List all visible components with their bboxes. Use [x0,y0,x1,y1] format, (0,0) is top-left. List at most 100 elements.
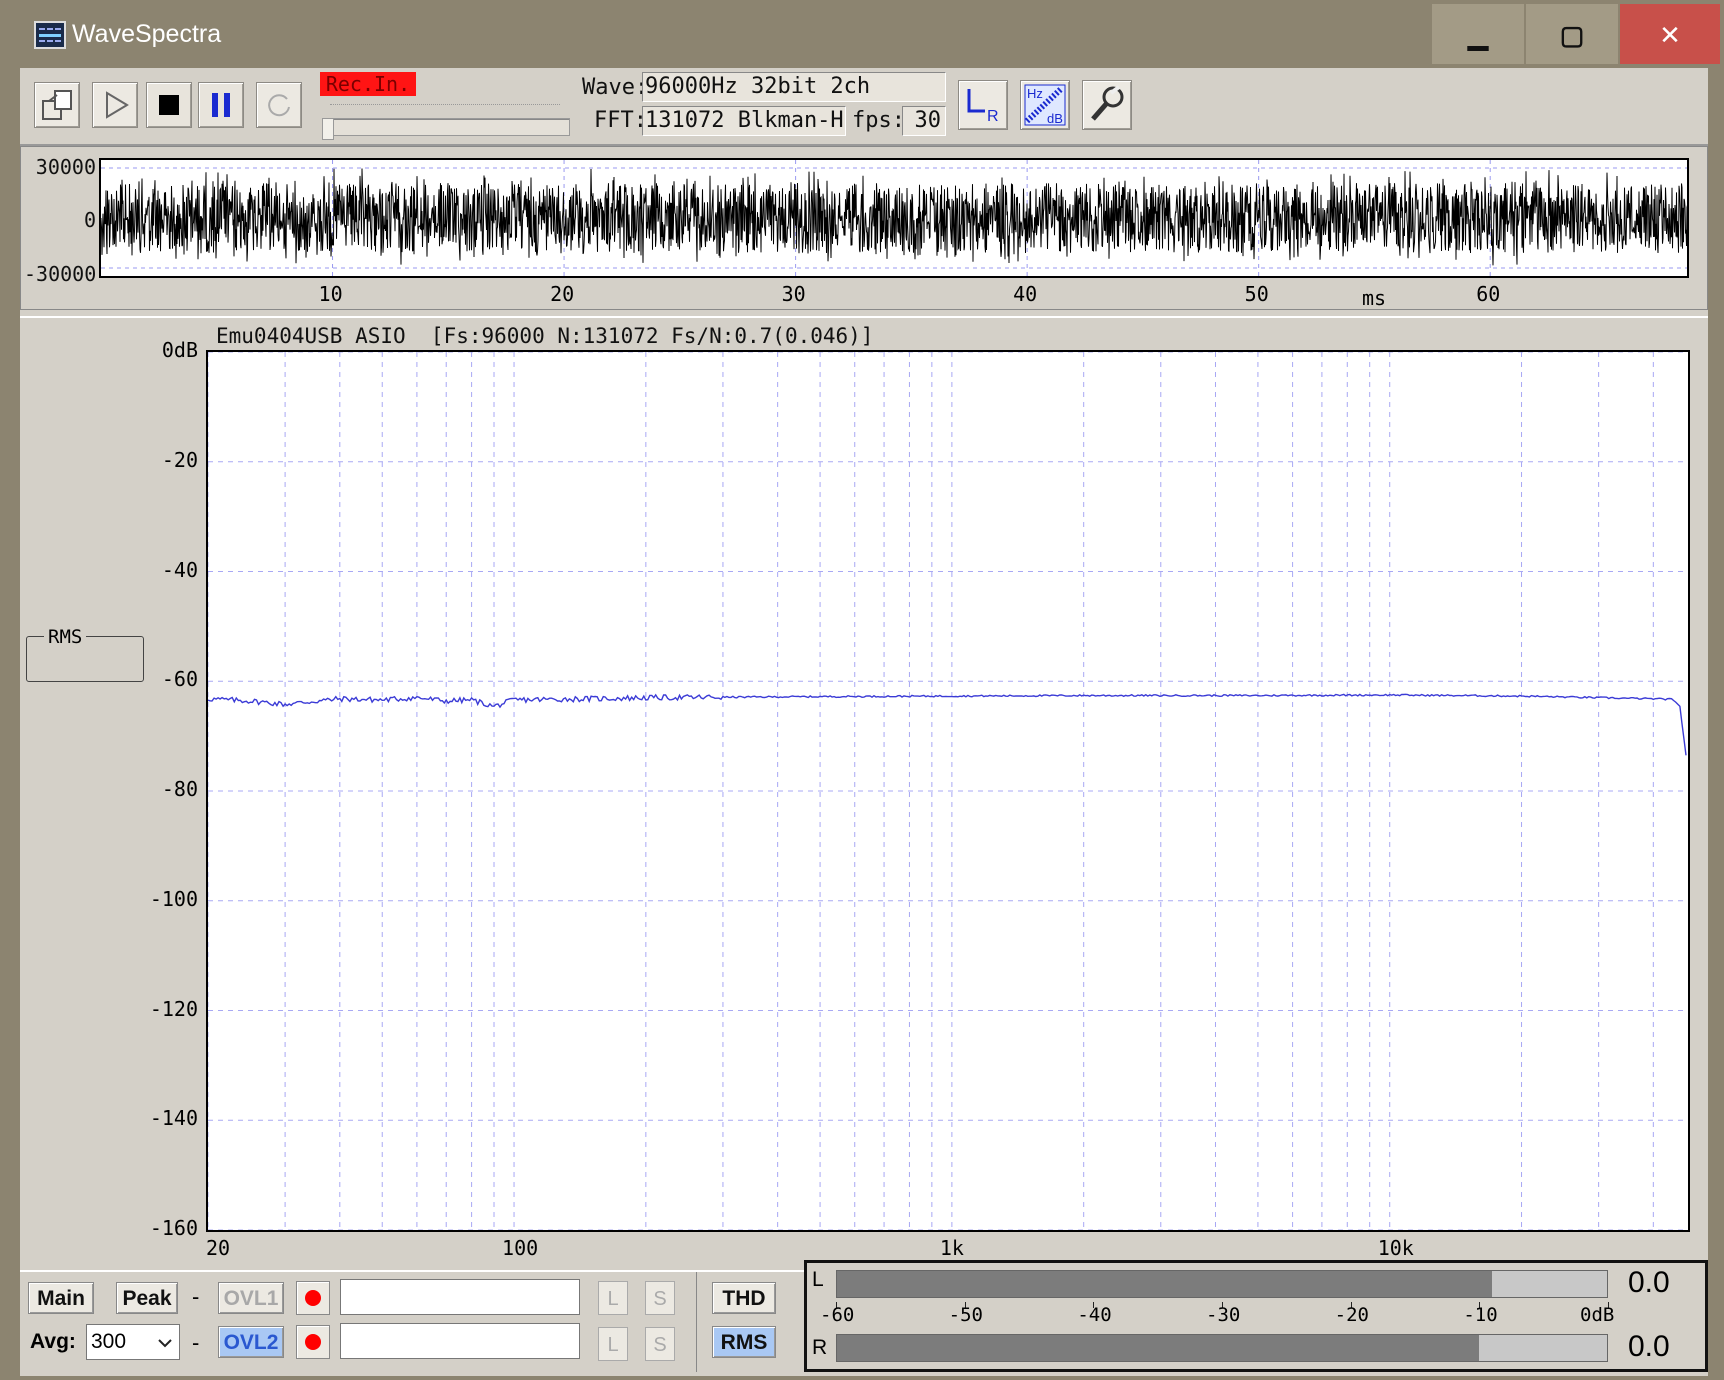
ovl1-save-button[interactable]: S [645,1281,675,1315]
svg-text:dB: dB [1047,111,1063,126]
meter-scale-label: -30 [1206,1304,1241,1326]
waveform-plot [99,158,1689,278]
ovl2-name-input[interactable] [340,1323,580,1359]
main-button[interactable]: Main [28,1282,94,1314]
spectrum-y-tick-label: -120 [149,996,198,1021]
spectrum-x-tick-label: 1k [939,1236,964,1260]
fft-label: FFT: [594,108,647,133]
refresh-icon [268,94,290,117]
wrench-icon [1091,85,1124,121]
meter-right-label: R [812,1336,828,1359]
avg-select[interactable]: 300 [86,1324,180,1360]
wave-x-axis: 10 20 30 40 50 60 [99,282,1689,308]
play-icon [106,91,129,119]
rec-level-slider[interactable] [322,118,570,136]
title-bar: WaveSpectra ▁ ▢ ✕ [0,0,1724,68]
meter-left-bar [836,1270,1608,1298]
meter-scale-label: -10 [1463,1304,1498,1326]
fps-field[interactable]: 30 [902,106,946,136]
avg-select-value: 300 [91,1330,127,1353]
rec-input-label: Rec.In. [320,72,416,96]
open-file-icon [42,90,72,120]
spectrum-y-tick-label: -160 [149,1216,198,1240]
stop-icon [159,95,179,115]
wave-x-tick-label: 60 [1476,282,1501,306]
meter-scale-label: 0dB [1580,1304,1615,1326]
avg-label: Avg: [30,1330,76,1353]
waveform-trace [101,168,1687,266]
record-dot-icon [305,1290,321,1306]
svg-text:Hz: Hz [1027,86,1043,101]
lr-channel-icon: R [967,89,999,125]
ovl2-record-button[interactable] [296,1325,330,1359]
spectrum-y-tick-label: -100 [149,886,198,911]
spectrum-y-axis: 0dB -20 -40 -60 -80 -100 -120 -140 -160 [130,338,206,1240]
wave-y-tick: 30000 [35,155,96,179]
ovl1-record-button[interactable] [296,1281,330,1315]
chevron-down-icon [158,1339,172,1348]
stop-button[interactable] [146,82,192,128]
wave-x-tick-label: 50 [1244,282,1269,306]
dash-separator: - [192,1330,200,1355]
spectrum-y-tick-label: -20 [161,447,198,472]
meter-left-fill [837,1271,1492,1297]
wave-y-tick: 0 [83,208,96,232]
ovl2-button[interactable]: OVL2 [218,1326,284,1358]
close-button[interactable]: ✕ [1620,4,1720,64]
open-file-button[interactable] [34,82,80,128]
rec-level-ticks [330,104,560,111]
spectrum-series-line [207,693,1687,756]
ovl1-name-input[interactable] [340,1279,580,1315]
spectrum-y-tick-label: -80 [161,777,198,801]
minimize-button[interactable]: ▁ [1432,4,1524,64]
spectrum-title: Emu0404USB ASIO [Fs:96000 N:131072 Fs/N:… [216,324,874,348]
waveform-svg [101,160,1687,276]
ovl2-save-button[interactable]: S [645,1327,675,1361]
thd-button[interactable]: THD [712,1282,776,1314]
pause-icon [212,93,230,117]
spectrum-svg [207,351,1688,1231]
hz-db-button[interactable]: Hz dB [1020,80,1070,130]
wave-label: Wave: [582,75,649,100]
play-button[interactable] [92,82,138,128]
spectrum-x-tick-label: 100 [502,1236,539,1260]
wave-x-tick-label: 20 [550,282,575,306]
record-dot-icon [305,1334,321,1350]
spectrum-x-tick-label: 20 [206,1236,231,1260]
svg-text:R: R [987,108,999,125]
spectrum-y-tick-label: -140 [149,1106,198,1131]
meter-right-bar [836,1334,1608,1362]
rms-button[interactable]: RMS [712,1326,776,1358]
meter-scale-label: -50 [948,1304,983,1326]
meter-right-fill [837,1335,1479,1361]
fps-label: fps: [852,108,905,133]
spectrum-x-tick-label: 10k [1377,1236,1414,1260]
wave-format-field: 96000Hz 32bit 2ch [642,72,946,102]
fft-setting-field[interactable]: 131072 Blkman-H7 [642,106,846,136]
wave-y-tick: -30000 [24,262,97,286]
ovl1-button[interactable]: OVL1 [218,1282,284,1314]
peak-button[interactable]: Peak [116,1282,178,1314]
ovl2-load-button[interactable]: L [598,1327,628,1361]
dash-separator: - [192,1284,200,1309]
meter-right-value: 0.0 [1628,1330,1670,1363]
meter-left-label: L [812,1268,824,1291]
meter-scale-label: -60 [820,1304,855,1326]
wave-x-tick-label: 10 [318,282,343,306]
app-icon [34,21,66,49]
meter-scale: -60 -50 -40 -30 -20 -10 0dB [820,1302,1614,1330]
settings-button[interactable] [1082,80,1132,130]
meter-left-value: 0.0 [1628,1266,1670,1299]
spectrum-y-tick-label: -40 [161,557,198,582]
divider [696,1272,697,1372]
maximize-button[interactable]: ▢ [1526,4,1618,64]
spectrum-y-tick-label: 0dB [161,338,198,362]
rec-level-slider-thumb[interactable] [322,118,334,140]
lr-channel-button[interactable]: R [958,80,1008,130]
pause-button[interactable] [198,82,244,128]
record-button[interactable] [256,82,302,128]
ovl1-load-button[interactable]: L [598,1281,628,1315]
spectrum-plot [206,350,1690,1232]
mode-label: RMS [44,626,87,648]
spectrum-y-tick-label: -60 [161,667,198,692]
